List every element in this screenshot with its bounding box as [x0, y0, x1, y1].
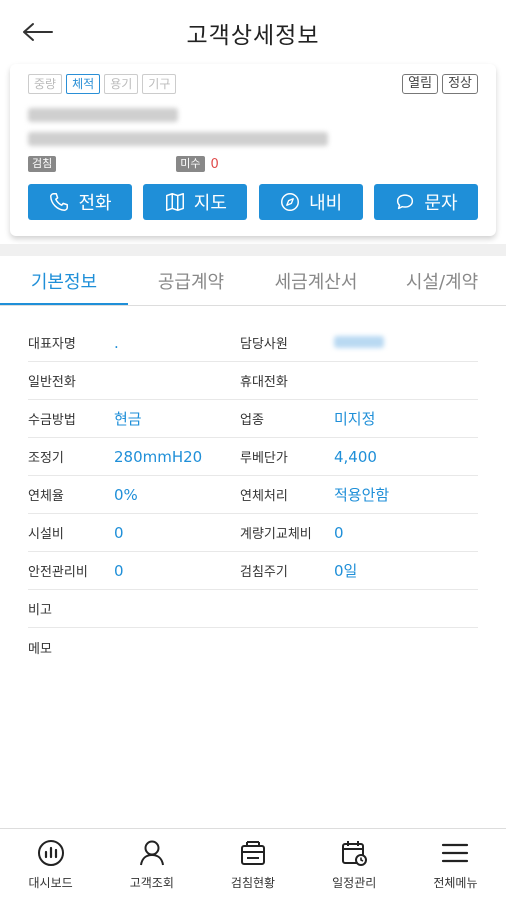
bottom-navigation: 대시보드 고객조회 검침현황 일정관리 전체메뉴	[0, 828, 506, 900]
call-button[interactable]: 전화	[28, 184, 132, 220]
customer-summary-card: 중량 체적 용기 기구 열림 정상 검침 미수 0 전화 지도 내비 문자	[10, 64, 496, 236]
info-row: 조정기 280mmH20 루베단가 4,400	[28, 438, 478, 476]
map-button[interactable]: 지도	[143, 184, 248, 220]
info-row: 대표자명 . 담당사원	[28, 324, 478, 362]
regulator-label: 조정기	[28, 451, 64, 466]
representative-label: 대표자명	[28, 337, 76, 352]
customer-name-redacted	[28, 108, 178, 122]
staff-label: 담당사원	[240, 337, 288, 352]
status-open: 열림	[402, 74, 439, 94]
call-button-label: 전화	[78, 193, 112, 214]
sms-button[interactable]: 문자	[373, 184, 478, 220]
meta-row: 검침 미수 0	[28, 156, 478, 172]
info-row: 안전관리비 0 검침주기 0일	[28, 552, 478, 590]
status-normal: 정상	[442, 74, 478, 94]
action-buttons: 전화 지도 내비 문자	[28, 184, 478, 220]
customer-address-redacted	[28, 132, 328, 146]
sms-button-label: 문자	[424, 193, 458, 214]
dashboard-icon	[37, 840, 64, 866]
nav-schedule-label: 일정관리	[332, 876, 377, 890]
section-divider	[0, 244, 506, 256]
navigation-button[interactable]: 내비	[258, 184, 363, 220]
overdue-rate-value: 0%	[114, 485, 138, 504]
tag-container: 용기	[104, 74, 139, 94]
nav-customer-search[interactable]: 고객조회	[101, 829, 202, 900]
meter-replace-fee-value: 0	[334, 523, 344, 542]
inspection-cycle-value: 0일	[334, 562, 358, 580]
staff-name-redacted	[334, 335, 384, 348]
payment-method-label: 수금방법	[28, 413, 76, 428]
inspection-chip: 검침	[28, 156, 57, 172]
safety-fee-value: 0	[114, 561, 124, 580]
representative-value: .	[114, 333, 119, 352]
phone-label: 일반전화	[28, 375, 76, 390]
tab-basic-info[interactable]: 기본정보	[0, 256, 128, 305]
info-row: 메모	[28, 628, 478, 666]
safety-fee-label: 안전관리비	[28, 565, 88, 580]
info-row: 수금방법 현금 업종 미지정	[28, 400, 478, 438]
nav-inspection-status[interactable]: 검침현황	[202, 829, 303, 900]
unit-price-value: 4,400	[334, 447, 377, 466]
nav-dashboard-label: 대시보드	[28, 876, 73, 890]
navigation-button-label: 내비	[309, 193, 343, 214]
business-type-label: 업종	[240, 413, 264, 428]
status-tags: 열림 정상	[402, 74, 478, 94]
tab-tax-invoice[interactable]: 세금계산서	[254, 256, 378, 305]
menu-icon	[442, 843, 469, 863]
remarks-label: 비고	[28, 603, 52, 618]
map-icon	[165, 193, 184, 211]
nav-all-menu-label: 전체메뉴	[433, 876, 478, 890]
meter-icon	[241, 841, 265, 865]
nav-dashboard[interactable]: 대시보드	[0, 829, 101, 900]
inspection-cycle-label: 검침주기	[240, 565, 288, 580]
memo-label: 메모	[28, 641, 52, 657]
basic-info-table: 대표자명 . 담당사원 일반전화 휴대전화 수금방법 현금 업종 미지정 조정기…	[0, 306, 506, 666]
tag-weight: 중량	[28, 74, 63, 94]
detail-tabs: 기본정보 공급계약 세금계산서 시설/계약	[0, 256, 506, 306]
phone-icon	[50, 193, 69, 211]
tab-facility-contract[interactable]: 시설/계약	[378, 256, 506, 305]
nav-all-menu[interactable]: 전체메뉴	[405, 829, 506, 900]
info-row: 연체율 0% 연체처리 적용안함	[28, 476, 478, 514]
compass-icon	[281, 193, 300, 211]
info-row: 시설비 0 계량기교체비 0	[28, 514, 478, 552]
overdue-rate-label: 연체율	[28, 489, 64, 504]
page-title: 고객상세정보	[186, 23, 320, 49]
tag-appliance: 기구	[142, 74, 177, 94]
map-button-label: 지도	[193, 193, 227, 214]
facility-fee-label: 시설비	[28, 527, 64, 542]
unpaid-chip: 미수	[176, 156, 205, 172]
tag-volume: 체적	[66, 74, 101, 94]
meter-replace-fee-label: 계량기교체비	[240, 527, 312, 542]
mobile-label: 휴대전화	[240, 375, 288, 390]
app-header: 고객상세정보	[0, 0, 506, 64]
overdue-handling-label: 연체처리	[240, 489, 288, 504]
info-row: 일반전화 휴대전화	[28, 362, 478, 400]
user-icon	[139, 840, 164, 866]
nav-schedule[interactable]: 일정관리	[304, 829, 405, 900]
facility-fee-value: 0	[114, 523, 124, 542]
unpaid-value: 0	[210, 156, 219, 172]
regulator-value: 280mmH20	[114, 447, 203, 466]
message-icon	[397, 194, 414, 210]
overdue-handling-value: 적용안함	[334, 486, 390, 504]
calendar-icon	[342, 841, 368, 866]
staff-value	[334, 334, 384, 352]
nav-inspection-status-label: 검침현황	[230, 876, 276, 890]
tab-supply-contract[interactable]: 공급계약	[128, 256, 254, 305]
unit-price-label: 루베단가	[240, 451, 288, 466]
nav-customer-search-label: 고객조회	[129, 876, 174, 890]
payment-method-value: 현금	[114, 410, 142, 428]
info-row: 비고	[28, 590, 478, 628]
business-type-value: 미지정	[334, 410, 376, 428]
